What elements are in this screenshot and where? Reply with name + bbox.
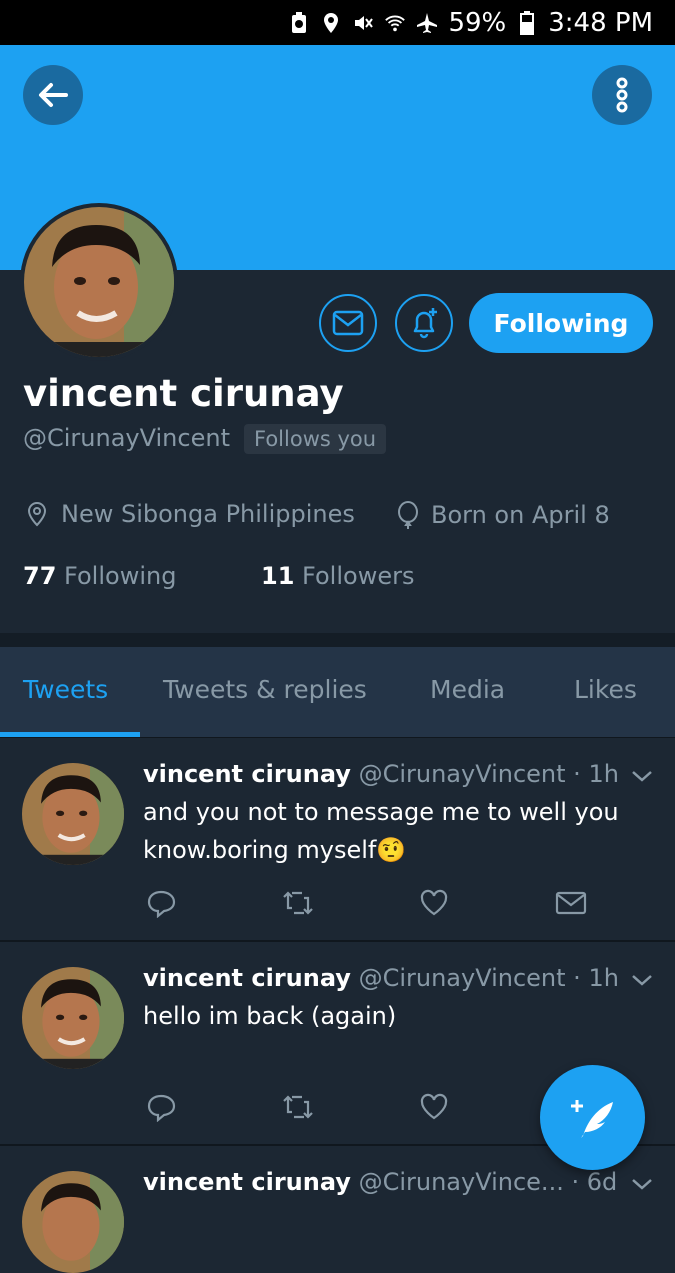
mail-icon <box>332 310 364 336</box>
birthday-text: Born on April 8 <box>431 501 610 529</box>
profile-tabs: Tweets Tweets & replies Media Likes <box>0 647 675 738</box>
following-button[interactable]: Following <box>469 293 653 353</box>
retweet-icon[interactable] <box>281 1092 315 1122</box>
profile-handle: @CirunayVincent <box>23 424 230 452</box>
tweet-author-name: vincent cirunay <box>143 760 351 788</box>
more-options-button[interactable] <box>592 65 652 125</box>
tweet-text: hello im back (again) <box>143 1002 397 1030</box>
followers-number: 11 <box>261 562 295 590</box>
more-vertical-icon <box>616 77 628 113</box>
tweet-meta: @CirunayVincent · 1h <box>358 964 619 992</box>
profile-name: vincent cirunay <box>23 372 344 415</box>
message-button[interactable] <box>319 294 377 352</box>
tweet-avatar[interactable] <box>22 967 124 1069</box>
tweet-author-name: vincent cirunay <box>143 1168 351 1196</box>
back-button[interactable] <box>23 65 83 125</box>
section-divider <box>0 633 675 647</box>
heart-icon[interactable] <box>419 1092 449 1122</box>
battery-icon <box>516 10 538 35</box>
chevron-down-icon[interactable] <box>630 768 654 784</box>
bell-plus-icon <box>413 308 437 339</box>
tab-tweets-replies[interactable]: Tweets & replies <box>163 675 367 704</box>
location-pin-icon <box>27 501 47 527</box>
balloon-icon <box>398 501 418 529</box>
wifi-icon <box>384 12 406 34</box>
followers-label: Followers <box>302 562 415 590</box>
heart-icon[interactable] <box>419 888 449 918</box>
location-text: New Sibonga Philippines <box>61 500 355 528</box>
tweet-header: vincent cirunay @CirunayVincent · 1h <box>143 760 619 788</box>
followers-count[interactable]: 11 Followers <box>261 562 414 590</box>
tweet-meta: @CirunayVince... · 6d <box>358 1168 618 1196</box>
tweet-meta: @CirunayVincent · 1h <box>358 760 619 788</box>
battery-percent: 59% <box>448 7 507 38</box>
following-count[interactable]: 77 Following <box>23 562 176 590</box>
follows-you-badge: Follows you <box>244 424 387 454</box>
chevron-down-icon[interactable] <box>630 972 654 988</box>
tweet-header: vincent cirunay @CirunayVincent · 1h <box>143 964 619 992</box>
retweet-icon[interactable] <box>281 888 315 918</box>
active-tab-indicator <box>0 732 140 737</box>
profile-birthday: Born on April 8 <box>395 500 610 530</box>
tab-media[interactable]: Media <box>430 675 505 704</box>
tweet-item[interactable]: vincent cirunay @CirunayVincent · 1h and… <box>0 738 675 942</box>
mute-icon <box>352 12 374 34</box>
chevron-down-icon[interactable] <box>630 1176 654 1192</box>
tweet-text: and you not to message me to well you kn… <box>143 798 619 864</box>
tweet-avatar[interactable] <box>22 763 124 865</box>
status-bar: 59% 3:48 PM <box>0 0 675 45</box>
battery-saver-icon <box>288 11 310 34</box>
compose-feather-icon <box>570 1099 613 1138</box>
tweet-avatar[interactable] <box>22 1171 124 1273</box>
airplane-icon <box>416 12 438 34</box>
following-label: Following <box>64 562 177 590</box>
profile-avatar[interactable] <box>20 203 178 361</box>
tab-likes[interactable]: Likes <box>574 675 637 704</box>
notifications-button[interactable] <box>395 294 453 352</box>
following-number: 77 <box>23 562 57 590</box>
compose-tweet-button[interactable] <box>540 1065 645 1170</box>
clock: 3:48 PM <box>548 7 653 38</box>
mail-icon[interactable] <box>555 888 587 918</box>
reply-icon[interactable] <box>146 1092 176 1122</box>
tab-tweets[interactable]: Tweets <box>23 675 108 704</box>
tweet-header: vincent cirunay @CirunayVince... · 6d <box>143 1168 617 1196</box>
tweet-author-name: vincent cirunay <box>143 964 351 992</box>
reply-icon[interactable] <box>146 888 176 918</box>
profile-location: New Sibonga Philippines <box>23 500 355 528</box>
arrow-left-icon <box>39 83 68 107</box>
location-icon <box>320 12 342 34</box>
